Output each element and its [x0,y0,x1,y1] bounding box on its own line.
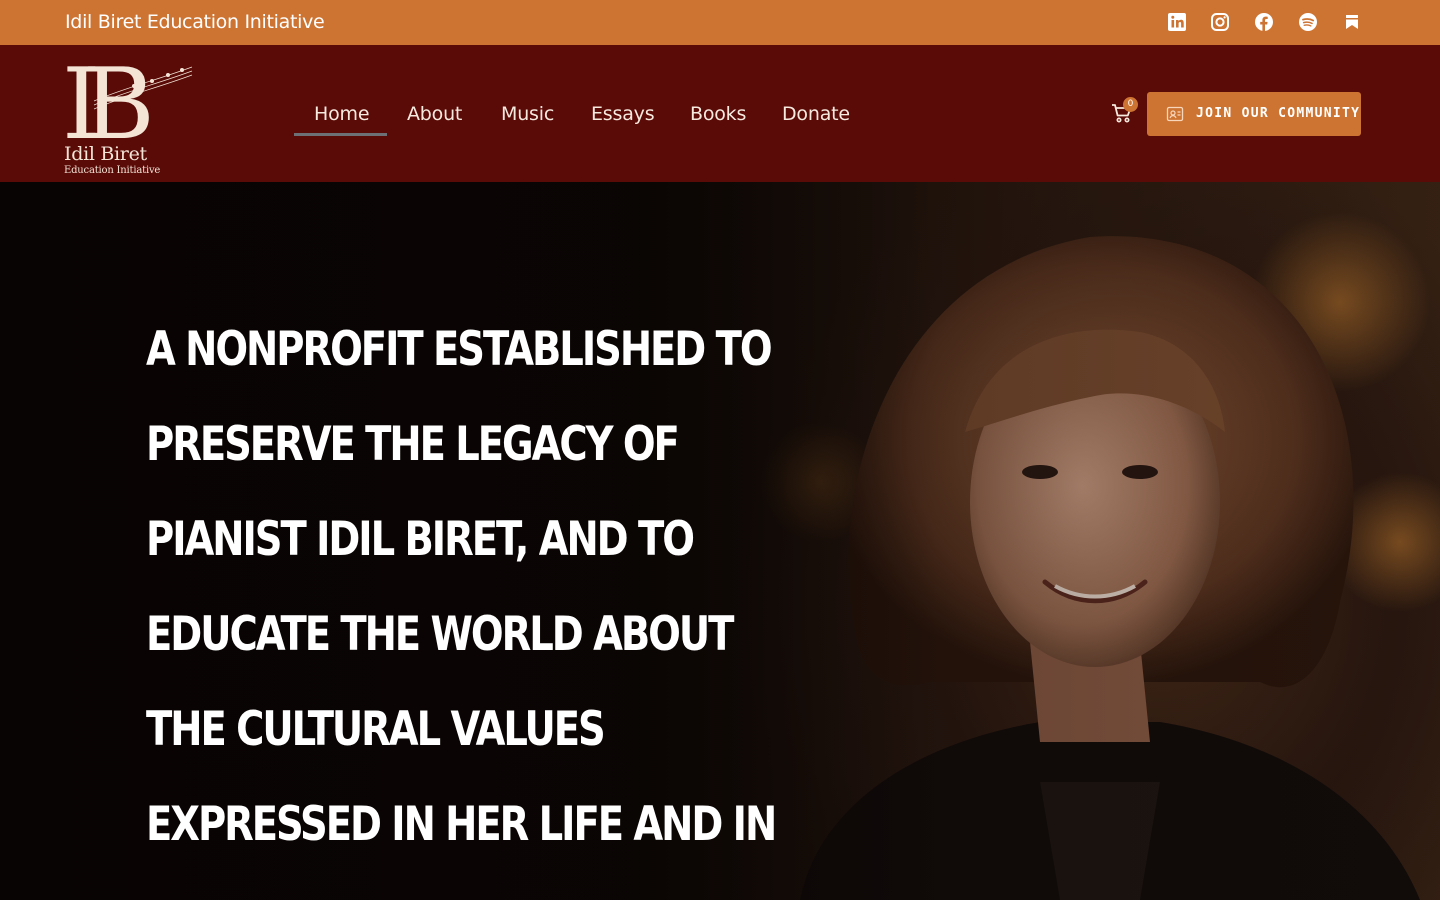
linkedin-icon[interactable] [1167,12,1187,32]
svg-text:IB: IB [64,53,150,143]
hero-heading-line-2: PRESERVE THE LEGACY OF [146,417,680,472]
nav-music[interactable]: Music [501,103,554,125]
bookmark-icon[interactable] [1342,12,1362,32]
hero-section: A NONPROFIT ESTABLISHED TO PRESERVE THE … [0,182,1440,900]
nav-essays[interactable]: Essays [591,103,655,125]
hero-heading-line-1: A NONPROFIT ESTABLISHED TO [146,322,773,377]
logo-subtitle: Education Initiative [64,165,161,176]
nav-home[interactable]: Home [314,103,370,125]
hero-heading-line-3: PIANIST IDIL BIRET, AND TO [146,512,695,567]
top-bar: Idil Biret Education Initiative [0,0,1440,45]
contact-card-icon [1166,105,1184,123]
logo-name: Idil Biret [64,143,147,165]
nav-active-indicator [294,133,387,136]
main-header: IB Idil Biret Education Initiative Home … [0,45,1440,182]
instagram-icon[interactable] [1210,12,1230,32]
nav-books[interactable]: Books [690,103,746,125]
cart-count-badge: 0 [1123,97,1138,112]
join-community-label: JOIN OUR COMMUNITY [1196,106,1361,121]
logo[interactable]: IB Idil Biret Education Initiative [64,53,196,179]
monogram-logo: IB [64,53,193,143]
hero-heading-line-5: THE CULTURAL VALUES [146,702,606,757]
facebook-icon[interactable] [1254,12,1274,32]
site-title[interactable]: Idil Biret Education Initiative [65,11,325,33]
nav-donate[interactable]: Donate [782,103,850,125]
hero-heading-line-6: EXPRESSED IN HER LIFE AND IN [146,797,777,852]
hero-heading-line-4: EDUCATE THE WORLD ABOUT [146,607,734,662]
spotify-icon[interactable] [1298,12,1318,32]
nav-about[interactable]: About [407,103,462,125]
join-community-button[interactable]: JOIN OUR COMMUNITY [1147,92,1361,136]
